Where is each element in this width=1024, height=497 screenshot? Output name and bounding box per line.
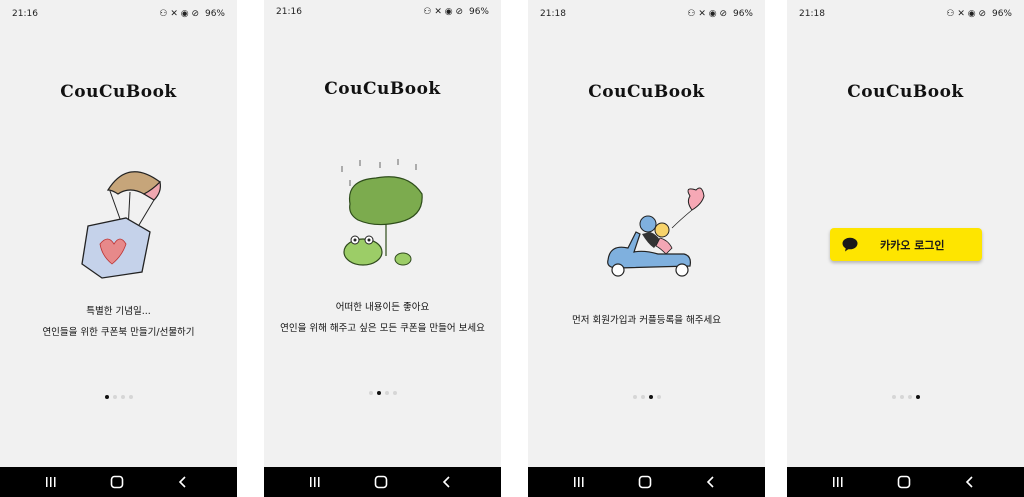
- page-dot: [899, 394, 904, 399]
- caption-line-1: 특별한 기념일...: [86, 306, 151, 317]
- page-dot: [128, 394, 133, 399]
- screen-onboarding-3: 21:18 ⚇ ✕ ◉ ⊘ 96% CouCuBook 먼저 회원가입과 커플등…: [528, 0, 765, 497]
- caption-line-2: 연인을 위해 해주고 싶은 모든 쿠폰을 만들어 보세요: [280, 323, 485, 334]
- page-dot: [915, 394, 920, 399]
- battery-level: 96%: [468, 7, 489, 17]
- page-dot: [392, 390, 397, 395]
- status-bar: 21:18 ⚇ ✕ ◉ ⊘ 96%: [787, 9, 1024, 27]
- back-button[interactable]: [163, 467, 203, 497]
- page-dot: [368, 390, 373, 395]
- system-nav-bar: [528, 467, 765, 497]
- home-button[interactable]: [361, 467, 401, 497]
- app-logo-title: CouCuBook: [847, 82, 964, 102]
- status-icons: ⚇ ✕ ◉ ⊘: [687, 9, 727, 19]
- page-dot: [891, 394, 896, 399]
- frogs-leaf-umbrella-icon: [341, 159, 423, 266]
- screen-onboarding-2: 21:16 ⚇ ✕ ◉ ⊘ 96% CouCuBook 어떠한 내용이든 좋아요…: [264, 0, 501, 497]
- status-icons: ⚇ ✕ ◉ ⊘: [946, 9, 986, 19]
- back-button[interactable]: [691, 467, 731, 497]
- app-logo-title: CouCuBook: [324, 79, 441, 99]
- status-bar: 21:16 ⚇ ✕ ◉ ⊘ 96%: [264, 7, 501, 25]
- battery-level: 96%: [991, 9, 1012, 19]
- onboarding-caption: 어떠한 내용이든 좋아요 연인을 위해 해주고 싶은 모든 쿠폰을 만들어 보세…: [264, 297, 501, 339]
- system-nav-bar: [264, 467, 501, 497]
- status-icons: ⚇ ✕ ◉ ⊘: [423, 7, 463, 17]
- recents-button[interactable]: [31, 467, 71, 497]
- system-nav-bar: [787, 467, 1024, 497]
- onboarding-caption: 특별한 기념일... 연인들을 위한 쿠폰북 만들기/선물하기: [0, 301, 237, 343]
- status-time: 21:16: [276, 7, 302, 17]
- page-dot: [384, 390, 389, 395]
- recents-button[interactable]: [559, 467, 599, 497]
- page-dot: [656, 394, 661, 399]
- status-bar: 21:18 ⚇ ✕ ◉ ⊘ 96%: [528, 9, 765, 27]
- system-nav-bar: [0, 467, 237, 497]
- page-dot: [640, 394, 645, 399]
- page-indicator: [0, 386, 237, 399]
- page-indicator: [528, 386, 765, 399]
- app-logo-title: CouCuBook: [60, 82, 177, 102]
- screen-onboarding-1: 21:16 ⚇ ✕ ◉ ⊘ 96% CouCuBook 특별한 기념일... 연…: [0, 0, 237, 497]
- page-dot: [376, 390, 381, 395]
- status-time: 21:18: [799, 9, 825, 19]
- kakao-login-button[interactable]: 카카오 로그인: [830, 228, 982, 261]
- page-dot: [907, 394, 912, 399]
- onboarding-caption: 먼저 회원가입과 커플등록을 해주세요: [528, 310, 765, 331]
- page-dot: [120, 394, 125, 399]
- status-time: 21:18: [540, 9, 566, 19]
- caption-line-2: 연인들을 위한 쿠폰북 만들기/선물하기: [42, 327, 195, 338]
- battery-level: 96%: [732, 9, 753, 19]
- back-button[interactable]: [427, 467, 467, 497]
- status-bar: 21:16 ⚇ ✕ ◉ ⊘ 96%: [0, 9, 237, 27]
- home-button[interactable]: [884, 467, 924, 497]
- back-button[interactable]: [950, 467, 990, 497]
- page-indicator: [787, 386, 1024, 399]
- page-dot: [104, 394, 109, 399]
- speech-bubble-icon: [842, 237, 858, 252]
- parachute-gift-icon: [81, 171, 161, 279]
- status-icons: ⚇ ✕ ◉ ⊘: [159, 9, 199, 19]
- page-dot: [632, 394, 637, 399]
- recents-button[interactable]: [295, 467, 335, 497]
- page-dot: [648, 394, 653, 399]
- caption-line-1: 먼저 회원가입과 커플등록을 해주세요: [572, 315, 721, 326]
- battery-level: 96%: [204, 9, 225, 19]
- home-button[interactable]: [625, 467, 665, 497]
- kakao-login-label: 카카오 로그인: [880, 238, 945, 252]
- recents-button[interactable]: [818, 467, 858, 497]
- home-button[interactable]: [97, 467, 137, 497]
- couple-scooter-icon: [607, 187, 705, 277]
- page-indicator: [264, 382, 501, 395]
- page-dot: [112, 394, 117, 399]
- screen-login: 21:18 ⚇ ✕ ◉ ⊘ 96% CouCuBook 카카오 로그인: [787, 0, 1024, 497]
- app-logo-title: CouCuBook: [588, 82, 705, 102]
- caption-line-1: 어떠한 내용이든 좋아요: [335, 302, 430, 313]
- status-time: 21:16: [12, 9, 38, 19]
